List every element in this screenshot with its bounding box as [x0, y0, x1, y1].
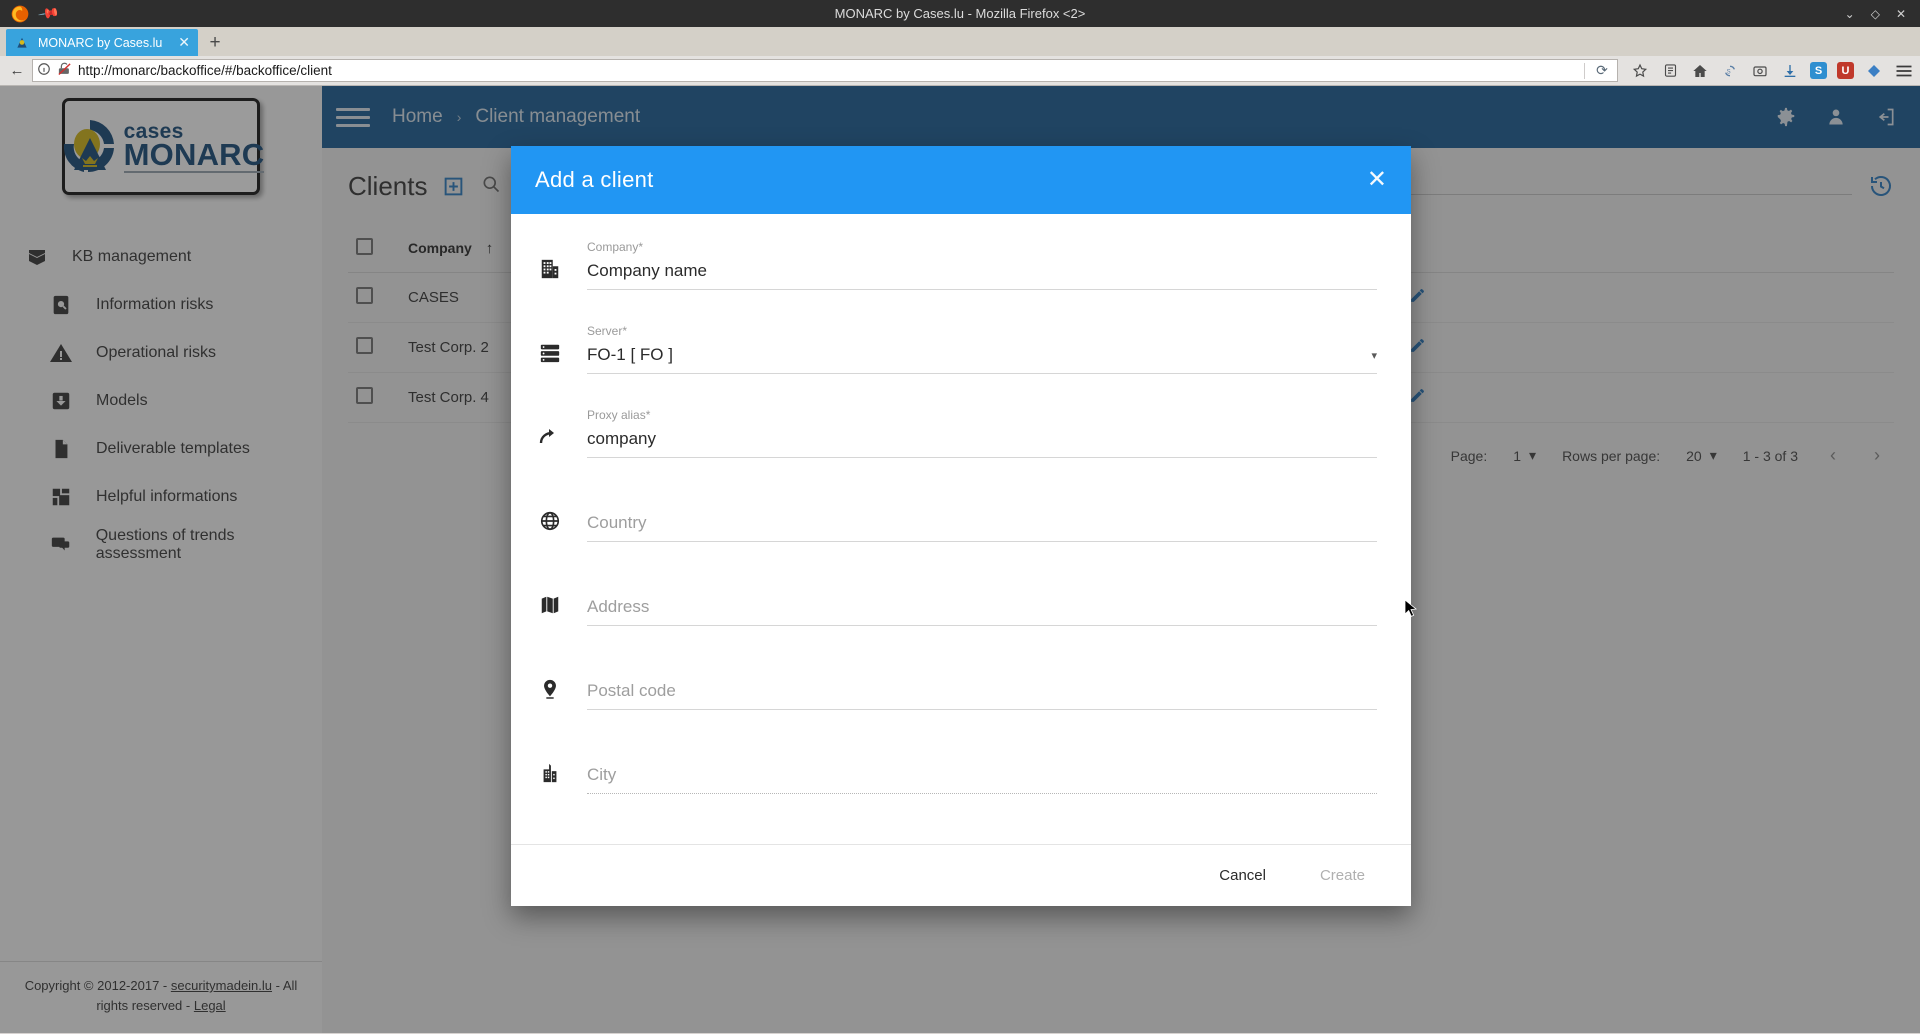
required-mark: *: [638, 240, 644, 254]
colorzilla-icon[interactable]: [1864, 61, 1884, 81]
field-postal-code-body: Postal code: [587, 660, 1377, 710]
dialog-body[interactable]: Company* Company name Server* FO-1 [ FO …: [511, 214, 1411, 844]
url-bar[interactable]: http://monarc/backoffice/#/backoffice/cl…: [32, 59, 1618, 82]
proxy-alias-input[interactable]: company: [587, 429, 1377, 458]
screenshot-icon[interactable]: [1750, 61, 1770, 81]
browser-tabbar: MONARC by Cases.lu ✕ +: [0, 27, 1920, 56]
home-icon[interactable]: [1690, 61, 1710, 81]
pin-icon: 📌: [37, 1, 61, 25]
field-country-body: Country: [587, 492, 1377, 542]
field-company[interactable]: Company* Company name: [535, 240, 1377, 290]
pocket-icon[interactable]: S: [1810, 62, 1827, 79]
browser-toolbar-icons: S S U: [1622, 61, 1914, 81]
browser-navbar: ← http://monarc/backoffice/#/backoffice/…: [0, 56, 1920, 86]
close-icon[interactable]: ✕: [1367, 168, 1387, 192]
application-root: cases MONARC KB management Information r…: [0, 86, 1920, 1033]
city-input[interactable]: City: [587, 765, 1377, 794]
field-phone-label: [587, 828, 1377, 843]
window-close-button[interactable]: ✕: [1896, 7, 1906, 21]
field-address-body: Address: [587, 576, 1377, 626]
browser-titlebar: 📌 MONARC by Cases.lu - Mozilla Firefox <…: [0, 0, 1920, 27]
field-postal-code-label: [587, 660, 1377, 675]
cancel-button[interactable]: Cancel: [1197, 857, 1288, 894]
window-minimize-button[interactable]: ⌄: [1845, 7, 1855, 21]
field-server-label-text: Server: [587, 324, 623, 338]
insecure-login-icon: [57, 62, 72, 80]
sync-icon[interactable]: S: [1720, 61, 1740, 81]
dialog-footer: Cancel Create: [511, 844, 1411, 906]
new-tab-button[interactable]: +: [198, 29, 232, 56]
field-address[interactable]: Address: [535, 576, 1377, 626]
urlbar-divider: [1584, 62, 1585, 79]
field-proxy-alias-label: Proxy alias*: [587, 408, 1377, 423]
menu-icon[interactable]: [1894, 61, 1914, 81]
required-mark: *: [622, 324, 628, 338]
field-country[interactable]: Country: [535, 492, 1377, 542]
field-postal-code[interactable]: Postal code: [535, 660, 1377, 710]
dialog-header: Add a client ✕: [511, 146, 1411, 214]
map-icon: [535, 590, 565, 620]
create-button: Create: [1298, 857, 1387, 894]
building-icon: [535, 254, 565, 284]
server-select-value: FO-1 [ FO ]: [587, 345, 673, 364]
tab-close-icon[interactable]: ✕: [178, 34, 190, 51]
field-server-body: Server* FO-1 [ FO ] ▾: [587, 324, 1377, 374]
field-country-label: [587, 492, 1377, 507]
field-server[interactable]: Server* FO-1 [ FO ] ▾: [535, 324, 1377, 374]
browser-tab[interactable]: MONARC by Cases.lu ✕: [6, 29, 198, 56]
server-icon: [535, 338, 565, 368]
map-pin-icon: [535, 674, 565, 704]
dialog-title: Add a client: [535, 167, 654, 192]
field-company-label: Company*: [587, 240, 1377, 255]
postal-code-input[interactable]: Postal code: [587, 681, 1377, 710]
bookmark-star-icon[interactable]: [1630, 61, 1650, 81]
site-favicon-icon: [14, 35, 30, 51]
reading-list-icon[interactable]: [1660, 61, 1680, 81]
field-phone[interactable]: Phone: [535, 828, 1377, 844]
window-maximize-button[interactable]: ◇: [1871, 7, 1880, 21]
field-address-label: [587, 576, 1377, 591]
field-company-label-text: Company: [587, 240, 639, 254]
reload-icon[interactable]: ⟳: [1591, 62, 1613, 79]
chevron-down-icon: ▾: [1371, 349, 1377, 362]
add-client-dialog: Add a client ✕ Company* Company name Ser…: [511, 146, 1411, 906]
tab-label: MONARC by Cases.lu: [38, 35, 163, 50]
field-city[interactable]: City: [535, 744, 1377, 794]
city-icon: [535, 758, 565, 788]
field-server-label: Server*: [587, 324, 1377, 339]
field-company-body: Company* Company name: [587, 240, 1377, 290]
address-input[interactable]: Address: [587, 597, 1377, 626]
svg-text:S: S: [1727, 69, 1731, 75]
window-title: MONARC by Cases.lu - Mozilla Firefox <2>: [834, 6, 1086, 21]
ublock-icon[interactable]: U: [1837, 62, 1854, 79]
field-proxy-alias-label-text: Proxy alias: [587, 408, 646, 422]
field-proxy-alias-body: Proxy alias* company: [587, 408, 1377, 458]
required-mark: *: [645, 408, 651, 422]
field-phone-body: Phone: [587, 828, 1377, 844]
download-icon[interactable]: [1780, 61, 1800, 81]
window-controls[interactable]: ⌄ ◇ ✕: [1845, 7, 1920, 21]
site-info-icon[interactable]: [37, 62, 51, 79]
company-input[interactable]: Company name: [587, 261, 1377, 290]
phone-icon: [535, 842, 565, 844]
country-input[interactable]: Country: [587, 513, 1377, 542]
field-city-body: City: [587, 744, 1377, 794]
server-select[interactable]: FO-1 [ FO ] ▾: [587, 345, 1377, 374]
redirect-arrow-icon: [535, 422, 565, 452]
globe-icon: [535, 506, 565, 536]
field-city-label: [587, 744, 1377, 759]
url-text: http://monarc/backoffice/#/backoffice/cl…: [78, 63, 332, 78]
field-proxy-alias[interactable]: Proxy alias* company: [535, 408, 1377, 458]
back-button[interactable]: ←: [6, 60, 28, 82]
firefox-logo-icon: [6, 3, 34, 25]
